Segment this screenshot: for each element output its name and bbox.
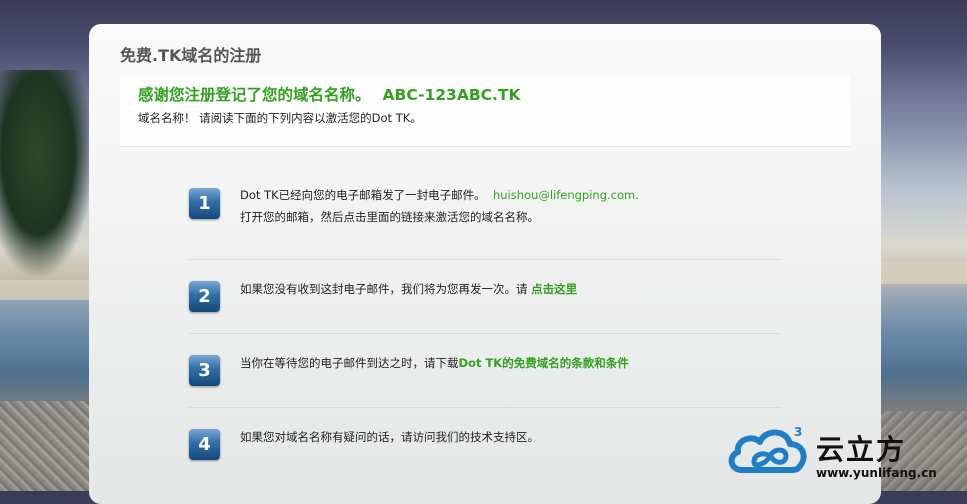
registered-domain: ABC-123ABC.TK [382,86,521,104]
step-1-line2: 打开您的邮箱，然后点击里面的链接来激活您的域名名称。 [240,210,539,224]
thanks-subtitle: 域名名称！ 请阅读下面的下列内容以激活您的Dot TK。 [138,111,422,125]
thanks-box: 感谢您注册登记了您的域名名称。 ABC-123ABC.TK 域名名称！ 请阅读下面… [120,76,850,147]
step-1-text: Dot TK已经向您的电子邮箱发了一封电子邮件。 huishou@lifengp… [240,184,639,228]
background-beach-left [0,280,95,300]
step-2-text: 如果您没有收到这封电子邮件，我们将为您再发一次。请 点击这里 [240,278,577,300]
watermark-logo: 3 云立方 www.yunlifang.cn [728,422,958,482]
step-4-text: 如果您对域名名称有疑问的话，请访问我们的技术支持区。 [240,430,539,444]
thanks-heading: 感谢您注册登记了您的域名名称。 ABC-123ABC.TK [138,83,521,105]
email-address: huishou@lifengping.com. [492,188,639,202]
logo-superscript: 3 [794,425,802,439]
step-1: 1 Dot TK已经向您的电子邮箱发了一封电子邮件。 huishou@lifen… [189,184,781,234]
panel-title: 免费.TK域名的注册 [120,46,262,65]
terms-link[interactable]: Dot TK的免费域名的条款和条件 [459,356,629,370]
step-divider [189,259,781,260]
step-3: 3 当你在等待您的电子邮件到达之时，请下载Dot TK的免费域名的条款和条件 [189,354,781,390]
step-2-label: 如果您没有收到这封电子邮件，我们将为您再发一次。请 [240,282,532,296]
step-3-text: 当你在等待您的电子邮件到达之时，请下载Dot TK的免费域名的条款和条件 [240,352,629,374]
resend-link[interactable]: 点击这里 [531,282,577,296]
thanks-text: 感谢您注册登记了您的域名名称。 [138,86,371,104]
brand-name: 云立方 [816,433,907,466]
background-palm [0,70,95,280]
background-beach-right [877,262,967,284]
step-2: 2 如果您没有收到这封电子邮件，我们将为您再发一次。请 点击这里 [189,280,781,316]
step-divider [189,407,781,408]
step-1-line1: Dot TK已经向您的电子邮箱发了一封电子邮件。 [240,188,486,202]
step-4: 4 如果您对域名名称有疑问的话，请访问我们的技术支持区。 [189,428,781,464]
step-number-badge: 1 [189,188,220,219]
step-number-badge: 4 [189,429,220,460]
step-divider [189,333,781,334]
step-number-badge: 2 [189,281,220,312]
cloud-logo-icon: 3 [728,425,807,473]
brand-url: www.yunlifang.cn [816,466,937,480]
background-rocks-left [0,401,95,491]
step-number-badge: 3 [189,355,220,386]
step-3-label: 当你在等待您的电子邮件到达之时，请下载 [240,356,459,370]
